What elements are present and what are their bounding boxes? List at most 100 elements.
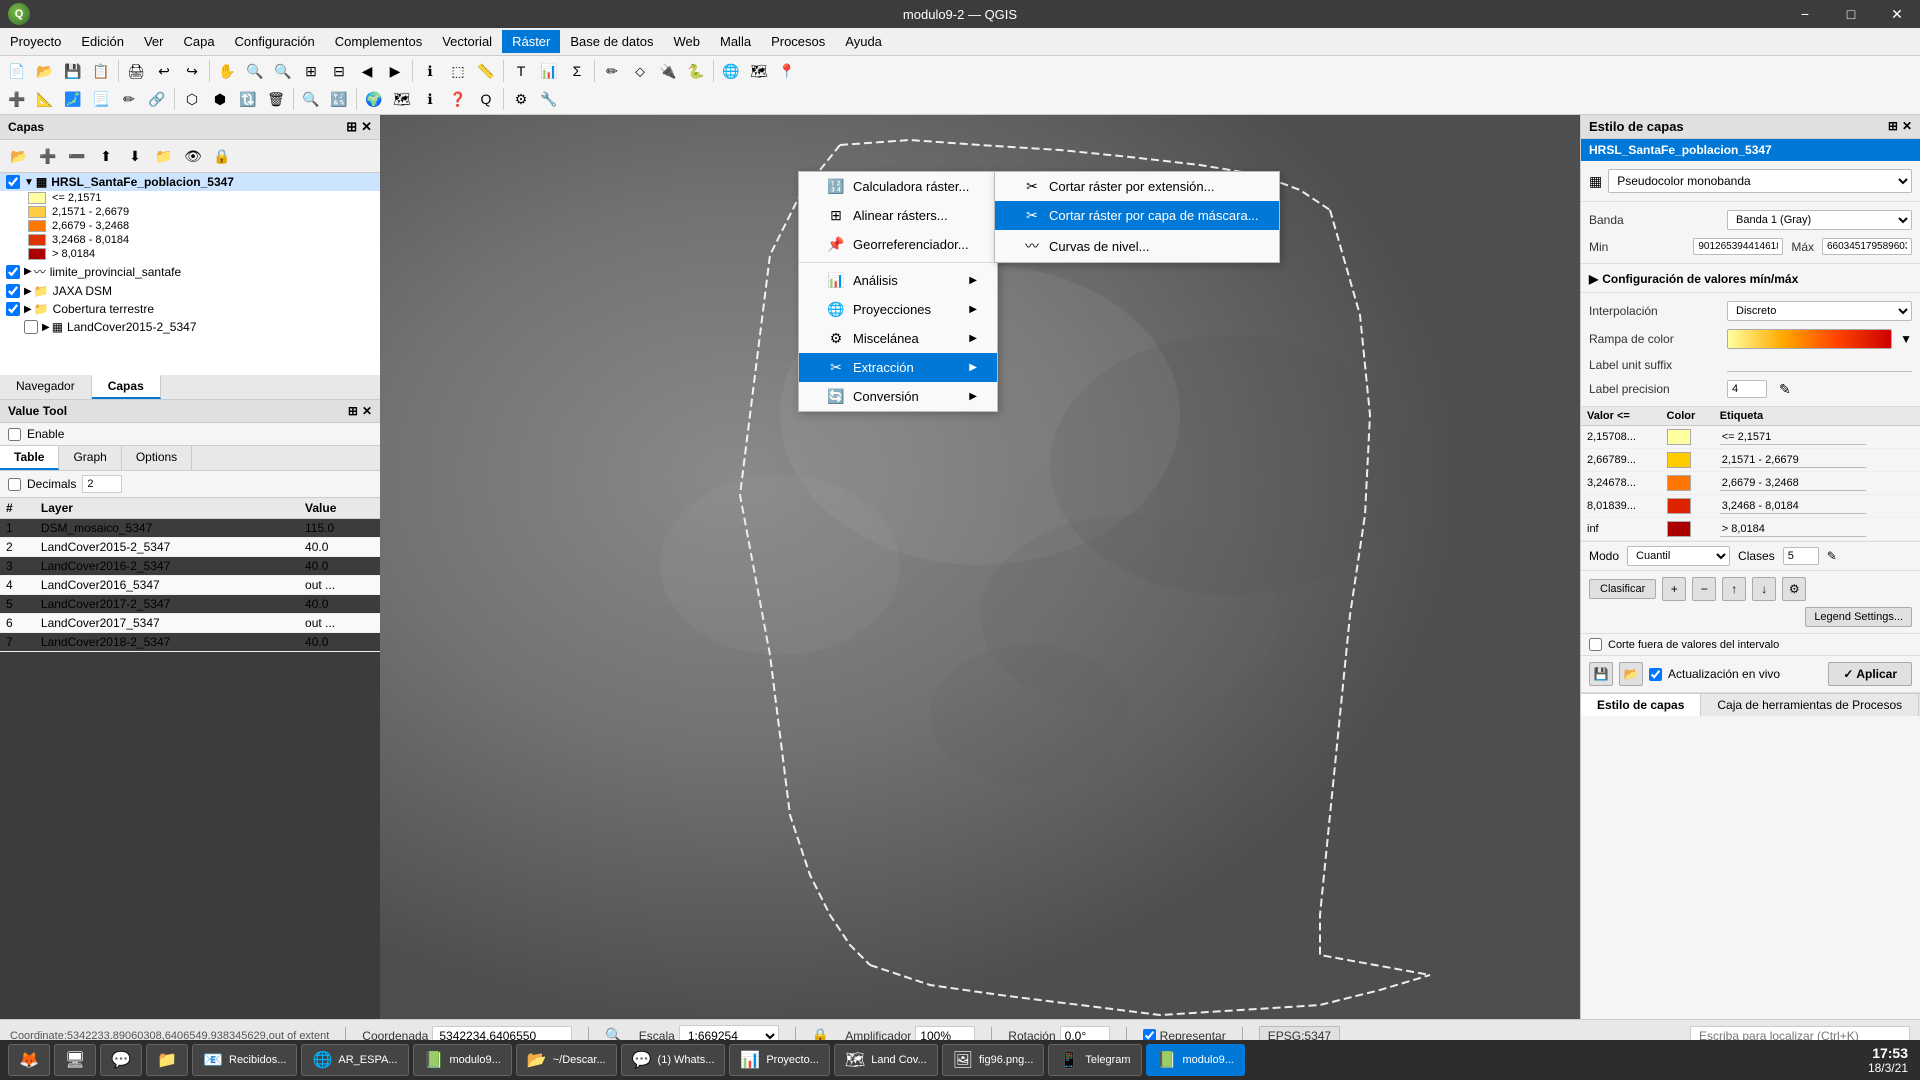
tb-identify[interactable]: ℹ (417, 58, 443, 84)
tb-pan[interactable]: ✋ (214, 58, 240, 84)
dd-analisis[interactable]: 📊 Análisis (799, 266, 997, 295)
move-down-button[interactable]: ↓ (1752, 577, 1776, 601)
tb-zoomout[interactable]: 🔍 (270, 58, 296, 84)
tb-process1[interactable]: ⚙ (508, 86, 534, 112)
st-label-input-3[interactable] (1720, 476, 1866, 491)
tb-globe[interactable]: 🌍 (361, 86, 387, 112)
layers-tb-visible[interactable]: 👁 (180, 143, 206, 169)
task-proyecto[interactable]: 📊 Proyecto... (729, 1044, 830, 1076)
layer-expand-landcover[interactable]: ▶ (42, 322, 50, 333)
layer-checkbox-limite[interactable] (6, 265, 20, 279)
sm-cortar-mascara[interactable]: ✂ Cortar ráster por capa de máscara... (995, 201, 1279, 230)
tb-digitize[interactable]: ✏ (599, 58, 625, 84)
close-button[interactable]: ✕ (1874, 0, 1920, 28)
save-style-button[interactable]: 💾 (1589, 662, 1613, 686)
color-ramp-display[interactable] (1727, 329, 1892, 349)
advanced-button[interactable]: ⚙ (1782, 577, 1806, 601)
layers-tb-group[interactable]: 📁 (151, 143, 177, 169)
dd-miscelanea[interactable]: ⚙ Miscelánea (799, 324, 997, 353)
layer-checkbox-cobertura[interactable] (6, 302, 20, 316)
tb-calculator[interactable]: 🔣 (326, 86, 352, 112)
menu-web[interactable]: Web (664, 30, 711, 53)
menu-procesos[interactable]: Procesos (761, 30, 835, 53)
layers-tb-add[interactable]: ➕ (35, 143, 61, 169)
st-color-1[interactable] (1661, 426, 1714, 449)
tb-rotate[interactable]: 🔃 (235, 86, 261, 112)
task-whats[interactable]: 💬 (1) Whats... (621, 1044, 726, 1076)
move-up-button[interactable]: ↑ (1722, 577, 1746, 601)
tb-polygon[interactable]: ⬢ (207, 86, 233, 112)
classify-button[interactable]: Clasificar (1589, 579, 1656, 599)
maximize-button[interactable]: □ (1828, 0, 1874, 28)
vt-float-icon[interactable]: ⊞ (348, 404, 358, 418)
layer-expand-hrsl[interactable]: ▼ (24, 177, 34, 188)
renderer-select[interactable]: Pseudocolor monobanda (1608, 169, 1912, 193)
layers-tb-down[interactable]: ⬇ (122, 143, 148, 169)
map-canvas[interactable]: 🔢 Calculadora ráster... ⊞ Alinear ráster… (380, 115, 1580, 1019)
menu-configuracion[interactable]: Configuración (225, 30, 325, 53)
tb-search[interactable]: 🔍 (298, 86, 324, 112)
minimize-button[interactable]: − (1782, 0, 1828, 28)
tab-capas[interactable]: Capas (92, 375, 161, 399)
color-ramp-arrow[interactable]: ▼ (1900, 332, 1912, 346)
task-telegram[interactable]: 📱 Telegram (1048, 1044, 1141, 1076)
menu-capa[interactable]: Capa (173, 30, 224, 53)
tb-label[interactable]: T (508, 58, 534, 84)
dd-calculadora[interactable]: 🔢 Calculadora ráster... (799, 172, 997, 201)
max-input[interactable] (1822, 238, 1912, 255)
menu-vectorial[interactable]: Vectorial (432, 30, 502, 53)
dd-georreferenciador[interactable]: 📌 Georreferenciador... (799, 230, 997, 259)
tb-browser[interactable]: 🌐 (718, 58, 744, 84)
st-color-4[interactable] (1661, 495, 1714, 518)
task-recibidos[interactable]: 📧 Recibidos... (192, 1044, 297, 1076)
style-close-icon[interactable]: ✕ (1902, 119, 1912, 134)
task-fig96[interactable]: 🖼 fig96.png... (942, 1044, 1045, 1076)
vt-tab-table[interactable]: Table (0, 446, 59, 470)
tb-add-vector[interactable]: 📐 (32, 86, 58, 112)
layer-item-jaxa[interactable]: ▶ 📁 JAXA DSM (0, 282, 380, 300)
layers-icon-2[interactable]: ✕ (361, 119, 372, 135)
decimals-input[interactable] (82, 475, 122, 493)
layers-tb-lock[interactable]: 🔒 (209, 143, 235, 169)
precision-edit-icon[interactable]: ✎ (1779, 381, 1791, 398)
load-style-button[interactable]: 📂 (1619, 662, 1643, 686)
tb-saveas[interactable]: 📋 (88, 58, 114, 84)
tb-info2[interactable]: ℹ (417, 86, 443, 112)
layers-icon-1[interactable]: ⊞ (346, 119, 357, 135)
layer-checkbox-hrsl[interactable] (6, 175, 20, 189)
st-label-4[interactable] (1714, 495, 1920, 518)
tb-edit-layer[interactable]: ✏ (116, 86, 142, 112)
task-terminal[interactable]: 🖥 (54, 1044, 96, 1076)
dd-extraccion[interactable]: ✂ Extracción (799, 353, 997, 382)
tb-statistics[interactable]: Σ (564, 58, 590, 84)
apply-button[interactable]: ✓ Aplicar (1828, 662, 1912, 686)
decimals-checkbox[interactable] (8, 478, 21, 491)
tb-help[interactable]: ❓ (445, 86, 471, 112)
vt-close-icon[interactable]: ✕ (362, 404, 372, 418)
tb-edit-snapping[interactable]: 🔗 (144, 86, 170, 112)
task-descar[interactable]: 📂 ~/Descar... (516, 1044, 617, 1076)
tb-python[interactable]: 🐍 (683, 58, 709, 84)
tb-osm2[interactable]: 🗺 (389, 86, 415, 112)
tab-navegador[interactable]: Navegador (0, 375, 92, 399)
tb-zoom-next[interactable]: ▶ (382, 58, 408, 84)
layer-checkbox-landcover[interactable] (24, 320, 38, 334)
minmax-config-title[interactable]: ▶ Configuración de valores mín/máx (1589, 268, 1912, 288)
task-arespa[interactable]: 🌐 AR_ESPA... (301, 1044, 408, 1076)
tb-add-csv[interactable]: 📃 (88, 86, 114, 112)
layer-expand-limite[interactable]: ▶ (24, 266, 32, 277)
tb-zoomin[interactable]: 🔍 (242, 58, 268, 84)
tb-plugins[interactable]: 🔌 (655, 58, 681, 84)
st-label-3[interactable] (1714, 472, 1920, 495)
menu-edicion[interactable]: Edición (71, 30, 134, 53)
st-label-input-5[interactable] (1720, 522, 1866, 537)
layer-expand-jaxa[interactable]: ▶ (24, 286, 32, 297)
st-label-1[interactable] (1714, 426, 1920, 449)
st-label-5[interactable] (1714, 518, 1920, 541)
menu-raster[interactable]: Ráster (502, 30, 560, 53)
layer-item-landcover[interactable]: ▶ ▦ LandCover2015-2_5347 (0, 318, 380, 336)
dd-alinear[interactable]: ⊞ Alinear rásters... (799, 201, 997, 230)
label-suffix-input[interactable] (1727, 357, 1912, 372)
sm-cortar-extension[interactable]: ✂ Cortar ráster por extensión... (995, 172, 1279, 201)
legend-settings-button[interactable]: Legend Settings... (1805, 607, 1912, 627)
